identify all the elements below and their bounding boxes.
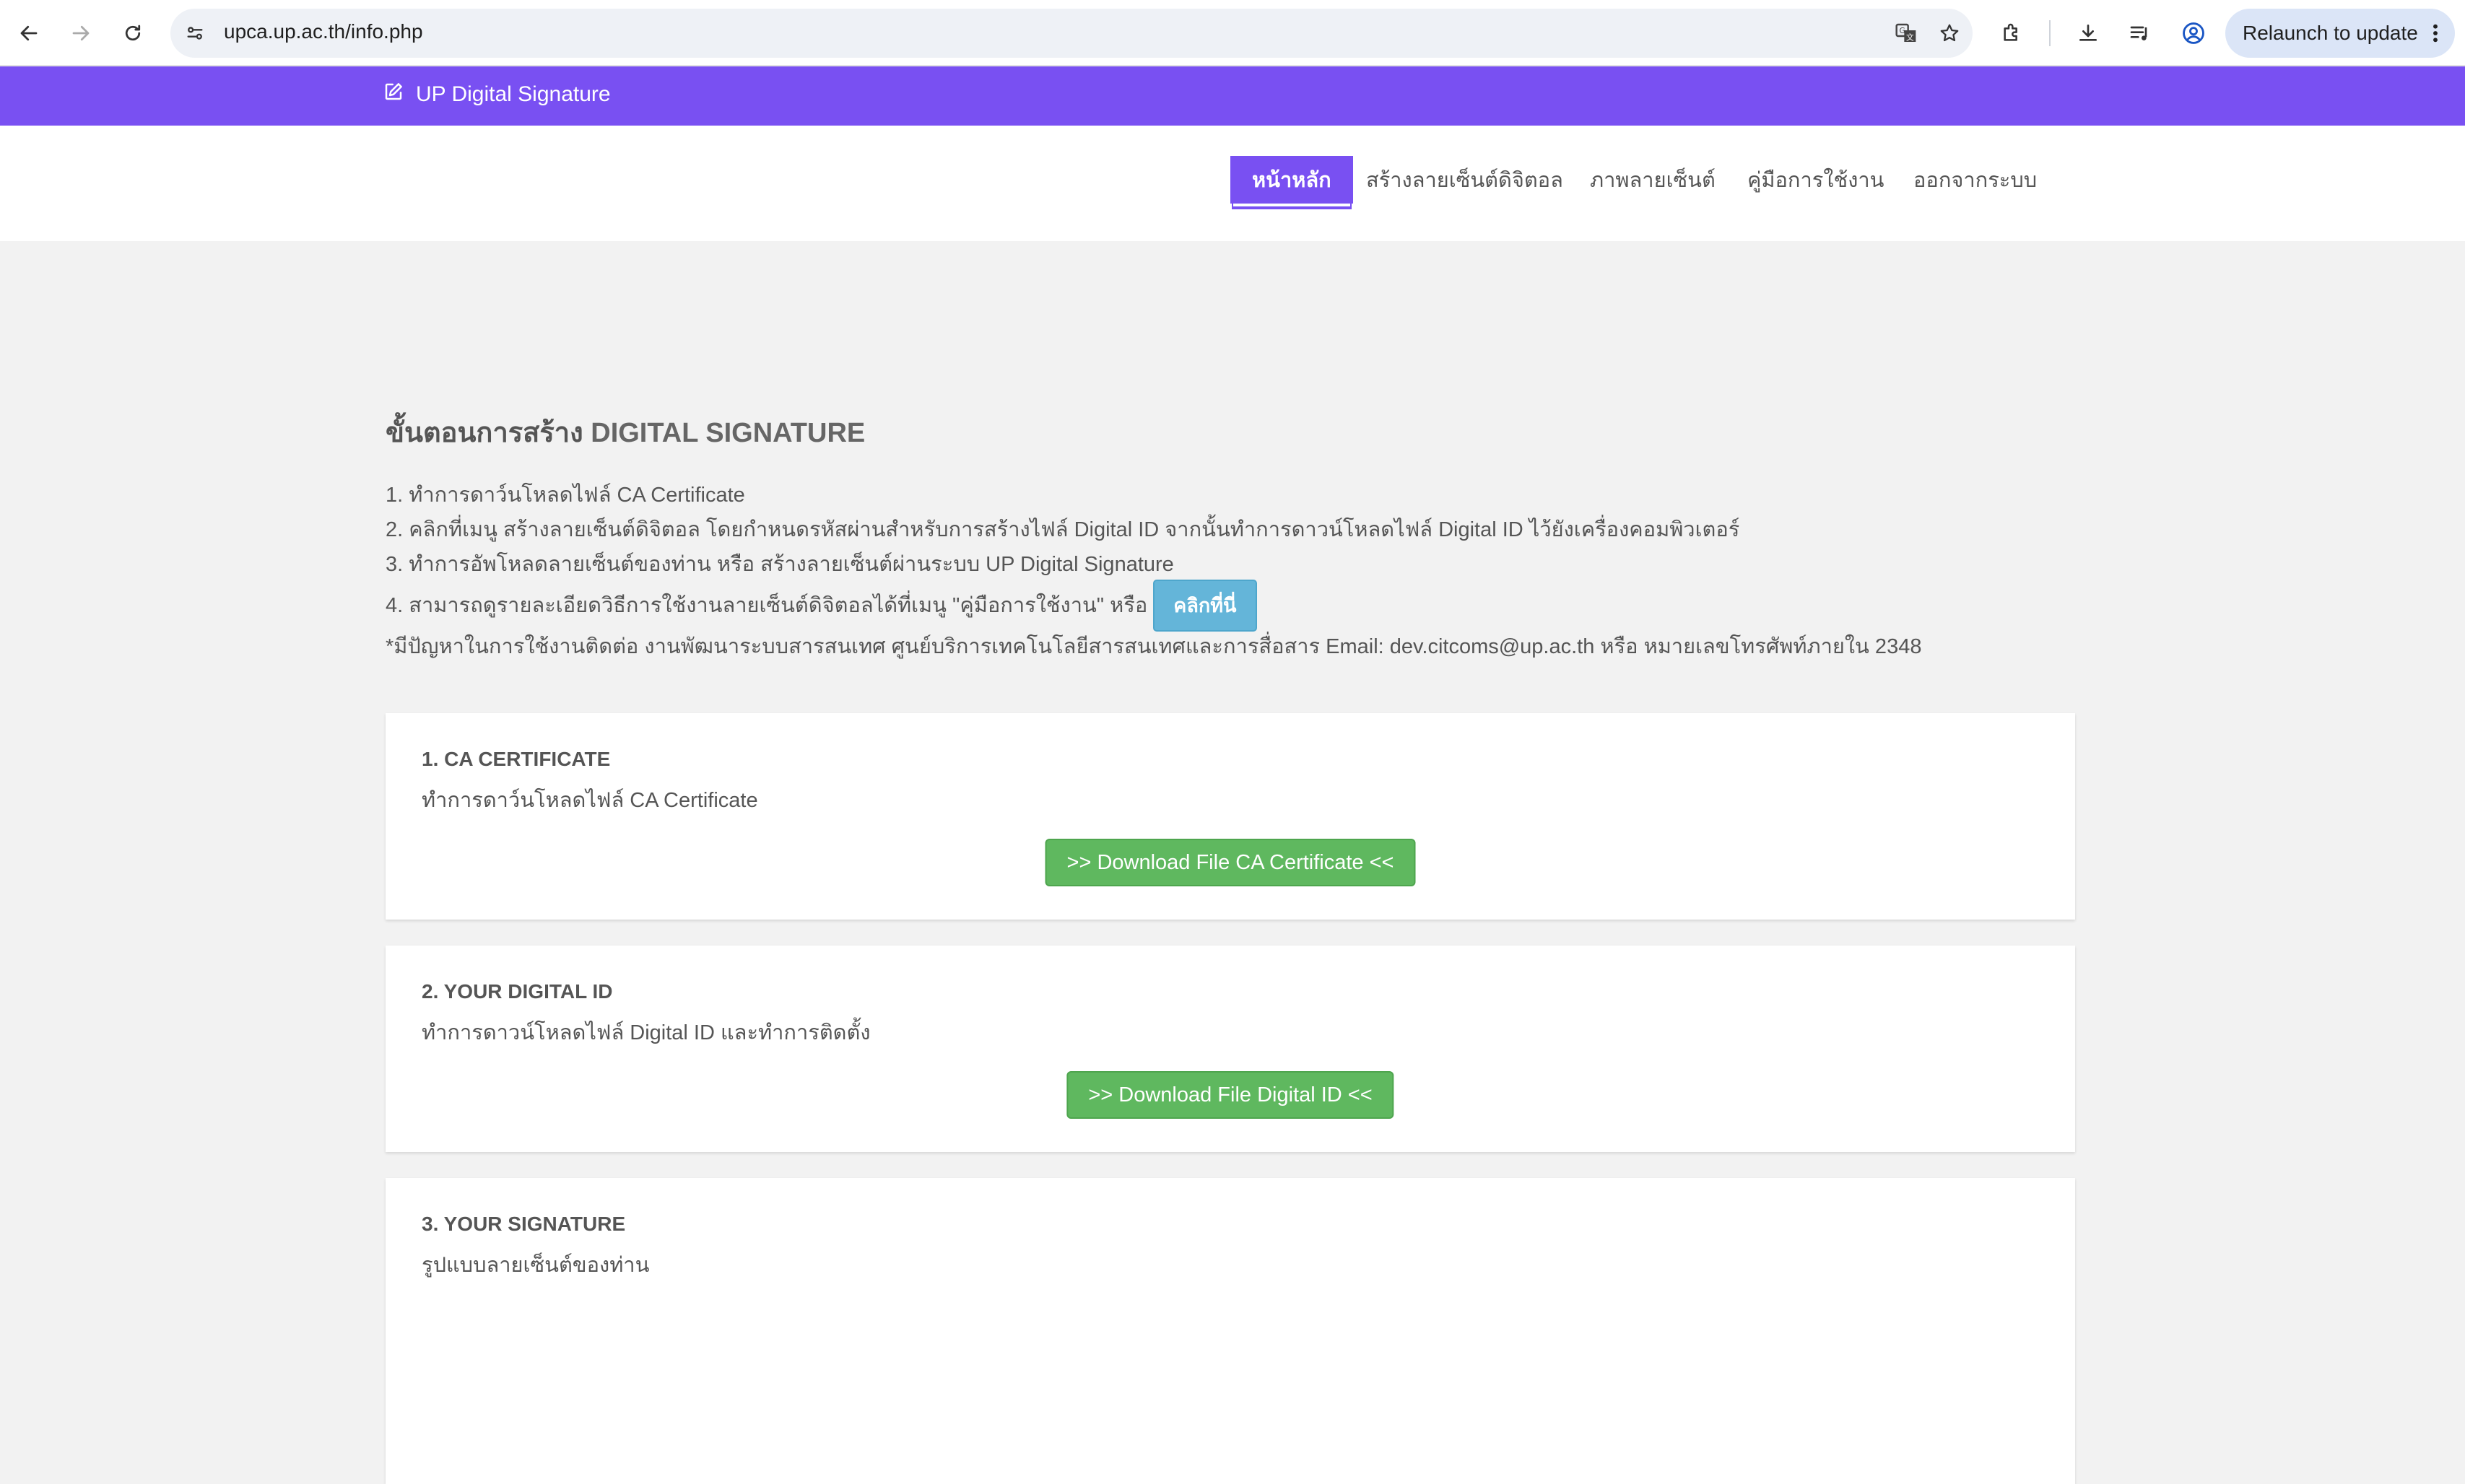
card-digital-id-desc: ทำการดาวน์โหลดไฟล์ Digital ID และทำการติ… — [422, 1021, 871, 1044]
more-options-icon[interactable] — [2432, 22, 2439, 50]
card-ca-heading: 1. CA CERTIFICATE — [422, 748, 611, 770]
nav-item-signature-image[interactable]: ภาพลายเซ็นต์ — [1568, 156, 1737, 204]
url-text[interactable]: upca.up.ac.th/info.php — [224, 20, 423, 43]
step-4: 4. สามารถดูรายละเอียดวิธีการใช้งานลายเซ็… — [386, 594, 1148, 617]
relaunch-label: Relaunch to update — [2243, 22, 2418, 44]
card-digital-id-heading: 2. YOUR DIGITAL ID — [422, 980, 613, 1003]
card-ca-desc: ทำการดาว์นโหลดไฟล์ CA Certificate — [422, 789, 758, 812]
download-ca-button[interactable]: >> Download File CA Certificate << — [1045, 839, 1416, 886]
page-title-bold: DIGITAL SIGNATURE — [591, 418, 866, 448]
site-info-icon[interactable] — [181, 19, 209, 48]
svg-text:文: 文 — [1906, 32, 1914, 42]
relaunch-button[interactable]: Relaunch to update — [2225, 9, 2455, 58]
step-2: 2. คลิกที่เมนู สร้างลายเซ็นต์ดิจิตอล โดย… — [386, 518, 1740, 541]
translate-icon[interactable]: 文G — [1892, 19, 1921, 48]
card-digital-id: 2. YOUR DIGITAL ID ทำการดาวน์โหลดไฟล์ Di… — [386, 946, 2075, 1152]
brand-link[interactable]: UP Digital Signature — [383, 81, 611, 108]
nav-item-logout[interactable]: ออกจากระบบ — [1892, 156, 2058, 204]
steps-list: 1. ทำการดาว์นโหลดไฟล์ CA Certificate 2. … — [386, 478, 2075, 664]
card-signature: 3. YOUR SIGNATURE รูปแบบลายเซ็นต์ของท่าน — [386, 1178, 2075, 1484]
extensions-icon[interactable] — [1994, 16, 2029, 51]
nav-item-home[interactable]: หน้าหลัก — [1230, 156, 1353, 204]
card-signature-heading: 3. YOUR SIGNATURE — [422, 1213, 626, 1235]
download-digital-id-button[interactable]: >> Download File Digital ID << — [1066, 1071, 1394, 1119]
address-bar[interactable]: upca.up.ac.th/info.php 文G — [170, 9, 1973, 58]
forward-icon[interactable] — [64, 16, 98, 51]
brand-bar: UP Digital Signature — [0, 66, 2465, 126]
nav-item-create-signature[interactable]: สร้างลายเซ็นต์ดิจิตอล — [1344, 156, 1585, 204]
page-title-prefix: ขั้นตอนการสร้าง — [386, 418, 583, 448]
contact-note: *มีปัญหาในการใช้งานติดต่อ งานพัฒนาระบบสา… — [386, 635, 1922, 658]
reload-icon[interactable] — [116, 16, 150, 51]
step-1: 1. ทำการดาว์นโหลดไฟล์ CA Certificate — [386, 484, 745, 507]
download-icon[interactable] — [2071, 16, 2105, 51]
media-queue-icon[interactable] — [2123, 16, 2157, 51]
step-3: 3. ทำการอัพโหลดลายเซ็นต์ของท่าน หรือ สร้… — [386, 553, 1174, 576]
step-4-row: 4. สามารถดูรายละเอียดวิธีการใช้งานลายเซ็… — [386, 580, 2075, 632]
edit-icon — [383, 81, 404, 108]
click-here-button[interactable]: คลิกที่นี่ — [1153, 580, 1257, 632]
back-icon[interactable] — [12, 16, 46, 51]
brand-title: UP Digital Signature — [416, 82, 611, 106]
page-title: ขั้นตอนการสร้าง DIGITAL SIGNATURE — [386, 411, 2075, 455]
main-nav: หน้าหลัก สร้างลายเซ็นต์ดิจิตอล ภาพลายเซ็… — [0, 126, 2465, 241]
browser-toolbar: upca.up.ac.th/info.php 文G Relaunch to up… — [0, 0, 2465, 66]
svg-text:G: G — [1900, 26, 1905, 35]
main-content: ขั้นตอนการสร้าง DIGITAL SIGNATURE 1. ทำก… — [386, 411, 2075, 664]
card-ca-certificate: 1. CA CERTIFICATE ทำการดาว์นโหลดไฟล์ CA … — [386, 713, 2075, 920]
profile-icon[interactable] — [2176, 16, 2211, 51]
bookmark-star-icon[interactable] — [1935, 19, 1964, 48]
toolbar-separator — [2049, 20, 2051, 46]
card-signature-desc: รูปแบบลายเซ็นต์ของท่าน — [422, 1254, 650, 1277]
nav-item-manual[interactable]: คู่มือการใช้งาน — [1726, 156, 1905, 204]
